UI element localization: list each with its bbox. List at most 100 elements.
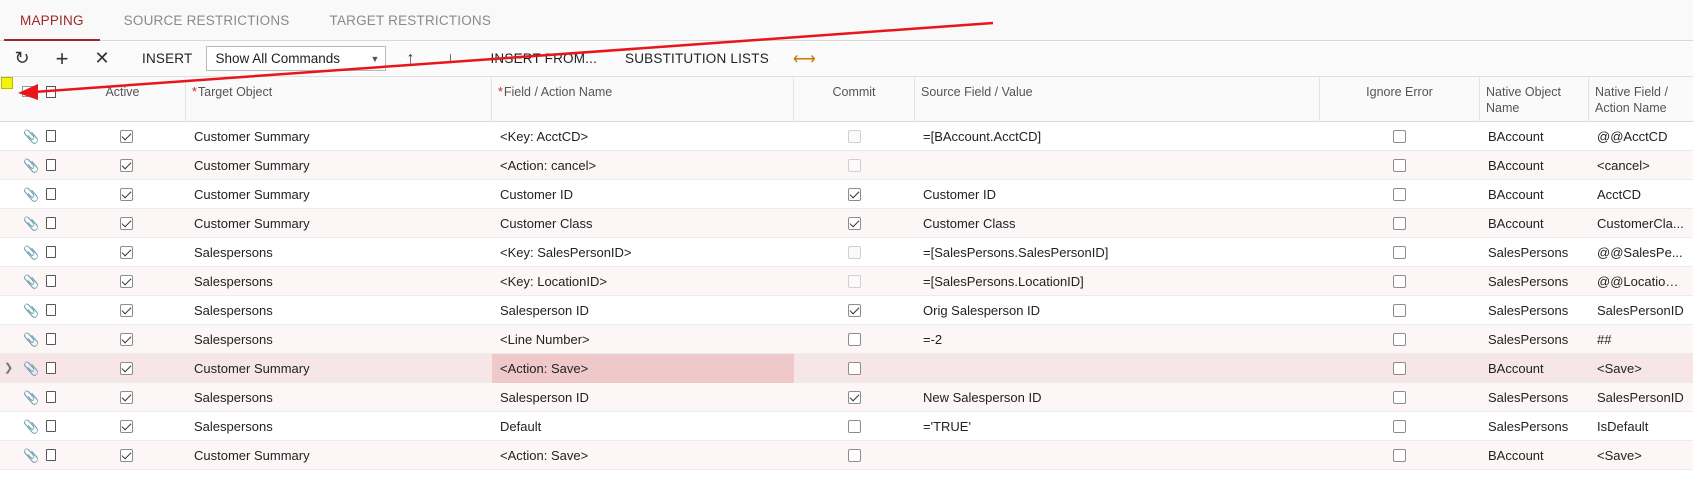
ignore-error-checkbox[interactable]: [1393, 304, 1406, 317]
source-field-cell[interactable]: Customer Class: [915, 209, 1320, 238]
col-ignore-error[interactable]: Ignore Error: [1320, 77, 1480, 122]
commit-checkbox[interactable]: [848, 391, 861, 404]
ignore-error-checkbox[interactable]: [1393, 275, 1406, 288]
document-icon[interactable]: [46, 246, 56, 258]
active-checkbox[interactable]: [120, 188, 133, 201]
field-action-cell[interactable]: <Key: AcctCD>: [492, 122, 794, 151]
native-field-cell[interactable]: <cancel>: [1589, 151, 1693, 180]
active-checkbox[interactable]: [120, 449, 133, 462]
document-icon[interactable]: [46, 130, 56, 142]
paperclip-icon[interactable]: 📎: [23, 274, 39, 290]
source-field-cell[interactable]: New Salesperson ID: [915, 383, 1320, 412]
paperclip-icon[interactable]: 📎: [23, 448, 39, 464]
select-all-checkbox[interactable]: [22, 86, 33, 97]
native-object-cell[interactable]: BAccount: [1480, 180, 1589, 209]
native-object-cell[interactable]: BAccount: [1480, 151, 1589, 180]
target-object-cell[interactable]: Customer Summary: [186, 354, 492, 383]
substitution-lists-button[interactable]: SUBSTITUTION LISTS: [611, 45, 783, 73]
paperclip-icon[interactable]: 📎: [23, 390, 39, 406]
active-checkbox[interactable]: [120, 217, 133, 230]
active-checkbox[interactable]: [120, 420, 133, 433]
table-row[interactable]: ❯ 📎 Customer Summary <Action: Save> BAccount…: [0, 354, 1693, 383]
fit-columns-icon[interactable]: ⟷: [793, 49, 816, 69]
field-action-cell[interactable]: Salesperson ID: [492, 296, 794, 325]
table-row[interactable]: 📎 Customer Summary Customer Class Customer …: [0, 209, 1693, 238]
native-field-cell[interactable]: IsDefault: [1589, 412, 1693, 441]
source-field-cell[interactable]: =[SalesPersons.LocationID]: [915, 267, 1320, 296]
col-field-action[interactable]: *Field / Action Name: [492, 77, 794, 122]
field-action-cell[interactable]: <Line Number>: [492, 325, 794, 354]
close-icon[interactable]: ✕: [88, 45, 116, 73]
commit-checkbox[interactable]: [848, 362, 861, 375]
source-field-cell[interactable]: =-2: [915, 325, 1320, 354]
paperclip-icon[interactable]: 📎: [23, 332, 39, 348]
target-object-cell[interactable]: Customer Summary: [186, 180, 492, 209]
col-native-object[interactable]: Native Object Name: [1480, 77, 1589, 122]
native-field-cell[interactable]: @@LocationID: [1589, 267, 1693, 296]
source-field-cell[interactable]: ='TRUE': [915, 412, 1320, 441]
source-field-cell[interactable]: [915, 151, 1320, 180]
commit-checkbox[interactable]: [848, 246, 861, 259]
col-target-object[interactable]: *Target Object: [186, 77, 492, 122]
document-icon[interactable]: [46, 304, 56, 316]
ignore-error-checkbox[interactable]: [1393, 188, 1406, 201]
ignore-error-checkbox[interactable]: [1393, 246, 1406, 259]
target-object-cell[interactable]: Salespersons: [186, 412, 492, 441]
ignore-error-checkbox[interactable]: [1393, 130, 1406, 143]
commit-checkbox[interactable]: [848, 333, 861, 346]
table-row[interactable]: 📎 Customer Summary <Action: Save> BAccount <…: [0, 441, 1693, 470]
document-icon[interactable]: [46, 420, 56, 432]
arrow-up-icon[interactable]: ↑: [396, 45, 424, 73]
document-icon[interactable]: [46, 362, 56, 374]
insert-from-button[interactable]: INSERT FROM...: [476, 45, 611, 73]
ignore-error-checkbox[interactable]: [1393, 391, 1406, 404]
commands-select[interactable]: Show All Commands ▼: [206, 46, 387, 71]
document-icon[interactable]: [46, 217, 56, 229]
tab-mapping[interactable]: MAPPING: [0, 0, 104, 41]
native-object-cell[interactable]: BAccount: [1480, 354, 1589, 383]
table-row[interactable]: 📎 Customer Summary <Key: AcctCD> =[BAccount…: [0, 122, 1693, 151]
refresh-icon[interactable]: ↻: [8, 45, 36, 73]
target-object-cell[interactable]: Salespersons: [186, 325, 492, 354]
col-active[interactable]: Active: [60, 77, 186, 122]
native-field-cell[interactable]: SalesPersonID: [1589, 296, 1693, 325]
document-icon[interactable]: [46, 188, 56, 200]
native-field-cell[interactable]: <Save>: [1589, 441, 1693, 470]
ignore-error-checkbox[interactable]: [1393, 449, 1406, 462]
source-field-cell[interactable]: Orig Salesperson ID: [915, 296, 1320, 325]
table-row[interactable]: 📎 Salespersons <Line Number> =-2 SalesPerson…: [0, 325, 1693, 354]
target-object-cell[interactable]: Customer Summary: [186, 209, 492, 238]
source-field-cell[interactable]: =[SalesPersons.SalesPersonID]: [915, 238, 1320, 267]
document-icon[interactable]: [46, 449, 56, 461]
arrow-down-icon[interactable]: ↓: [436, 45, 464, 73]
paperclip-icon[interactable]: 📎: [23, 216, 39, 232]
document-icon[interactable]: [46, 391, 56, 403]
commit-checkbox[interactable]: [848, 275, 861, 288]
native-field-cell[interactable]: ##: [1589, 325, 1693, 354]
insert-button[interactable]: INSERT: [128, 45, 206, 73]
active-checkbox[interactable]: [120, 391, 133, 404]
field-action-cell[interactable]: Default: [492, 412, 794, 441]
native-field-cell[interactable]: <Save>: [1589, 354, 1693, 383]
commit-checkbox[interactable]: [848, 159, 861, 172]
table-row[interactable]: 📎 Customer Summary <Action: cancel> BAccoun…: [0, 151, 1693, 180]
commit-checkbox[interactable]: [848, 304, 861, 317]
row-status-icon[interactable]: [1, 77, 13, 89]
ignore-error-checkbox[interactable]: [1393, 159, 1406, 172]
active-checkbox[interactable]: [120, 275, 133, 288]
target-object-cell[interactable]: Customer Summary: [186, 151, 492, 180]
native-object-cell[interactable]: BAccount: [1480, 122, 1589, 151]
native-field-cell[interactable]: SalesPersonID: [1589, 383, 1693, 412]
table-row[interactable]: 📎 Customer Summary Customer ID Customer ID B…: [0, 180, 1693, 209]
paperclip-icon[interactable]: 📎: [23, 158, 39, 174]
source-field-cell[interactable]: [915, 354, 1320, 383]
ignore-error-checkbox[interactable]: [1393, 362, 1406, 375]
ignore-error-checkbox[interactable]: [1393, 420, 1406, 433]
commit-checkbox[interactable]: [848, 449, 861, 462]
field-action-cell[interactable]: <Key: SalesPersonID>: [492, 238, 794, 267]
native-object-cell[interactable]: SalesPersons: [1480, 296, 1589, 325]
col-commit[interactable]: Commit: [794, 77, 915, 122]
field-action-cell[interactable]: Customer Class: [492, 209, 794, 238]
paperclip-icon[interactable]: 📎: [23, 303, 39, 319]
paperclip-icon[interactable]: 📎: [23, 187, 39, 203]
